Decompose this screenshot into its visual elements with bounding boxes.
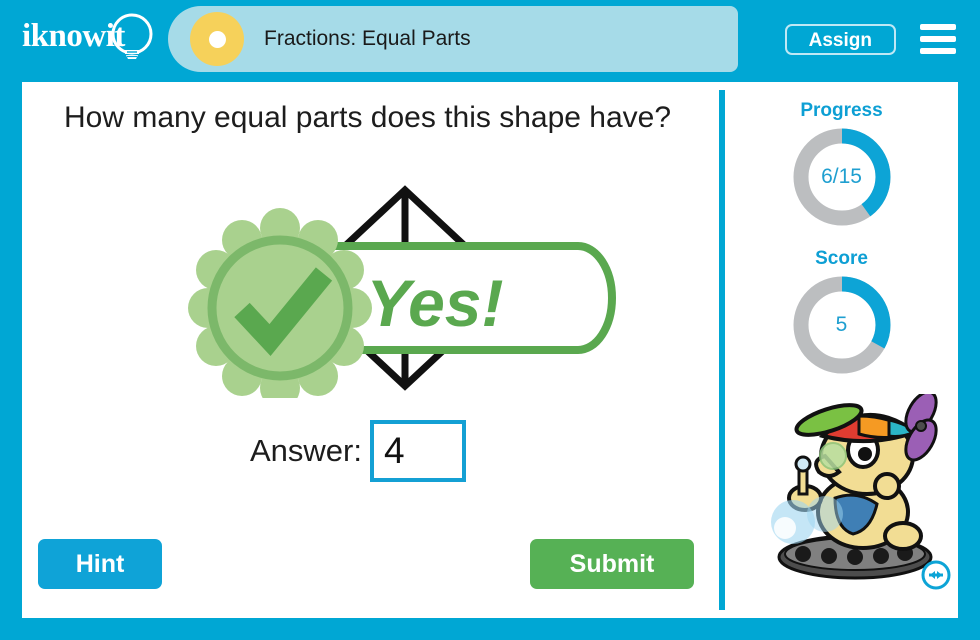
- app-header: iknowit Fractions: Equal Parts Assign: [0, 0, 980, 78]
- assign-button[interactable]: Assign: [784, 24, 896, 55]
- hint-button[interactable]: Hint: [38, 539, 162, 589]
- stats-sidebar: Progress 6/15 Score 5: [725, 82, 958, 618]
- submit-button[interactable]: Submit: [530, 539, 694, 589]
- answer-label: Answer:: [250, 433, 362, 468]
- lesson-title-pill: Fractions: Equal Parts: [168, 6, 738, 72]
- app-window: iknowit Fractions: Equal Parts Assign Ho…: [0, 0, 980, 640]
- check-circle-icon: [188, 208, 372, 398]
- answer-input[interactable]: [369, 420, 466, 482]
- question-text: How many equal parts does this shape hav…: [64, 101, 672, 134]
- robot-mascot-icon: [771, 394, 938, 580]
- progress-stat: Progress 6/15: [725, 100, 958, 229]
- lesson-dot-icon: [190, 12, 244, 66]
- lightbulb-icon: [111, 13, 153, 59]
- resize-horizontal-icon[interactable]: [921, 560, 951, 590]
- progress-label: Progress: [800, 100, 883, 121]
- brand-logo[interactable]: iknowit: [22, 12, 162, 68]
- answer-row: Answer:: [250, 420, 466, 482]
- score-stat: Score 5: [725, 248, 958, 377]
- hamburger-menu-icon[interactable]: [920, 24, 956, 54]
- content-panel: How many equal parts does this shape hav…: [22, 82, 958, 618]
- score-label: Score: [815, 248, 868, 269]
- feedback-text: Yes!: [367, 266, 504, 340]
- score-ring: 5: [790, 273, 894, 377]
- progress-ring: 6/15: [790, 125, 894, 229]
- figure-area: Yes!: [152, 182, 622, 412]
- lesson-title: Fractions: Equal Parts: [264, 27, 471, 50]
- progress-value: 6/15: [821, 165, 862, 188]
- feedback-badge: Yes!: [188, 208, 616, 398]
- score-value: 5: [835, 313, 848, 336]
